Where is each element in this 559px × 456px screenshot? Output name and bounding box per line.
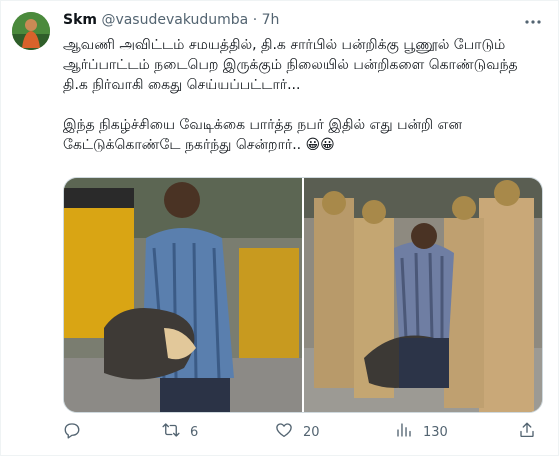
tweet-actions: 6 20 130 bbox=[63, 421, 543, 445]
share-button[interactable] bbox=[518, 421, 536, 443]
retweet-icon bbox=[162, 421, 180, 443]
share-icon bbox=[518, 421, 536, 443]
separator: · bbox=[252, 12, 258, 28]
more-icon[interactable] bbox=[524, 13, 542, 35]
reply-icon bbox=[63, 421, 81, 443]
view-count: 130 bbox=[423, 424, 448, 440]
tweet-media[interactable] bbox=[63, 177, 543, 413]
retweet-button[interactable]: 6 bbox=[162, 421, 198, 443]
tweet-text: ஆவணி அவிட்டம் சமயத்தில், தி.க சார்பில் ப… bbox=[63, 37, 518, 153]
like-count: 20 bbox=[303, 424, 320, 440]
author-handle[interactable]: @vasudevakudumba bbox=[101, 12, 248, 28]
retweet-count: 6 bbox=[190, 424, 199, 440]
tweet-header: Skm @vasudevakudumba · 7h bbox=[63, 12, 279, 28]
tweet-time[interactable]: 7h bbox=[262, 12, 280, 28]
like-button[interactable]: 20 bbox=[275, 421, 320, 443]
views-icon bbox=[395, 421, 413, 443]
avatar[interactable] bbox=[12, 12, 50, 50]
reply-button[interactable] bbox=[63, 421, 91, 443]
views-button[interactable]: 130 bbox=[395, 421, 448, 443]
tweet-card[interactable]: Skm @vasudevakudumba · 7h ஆவணி அவிட்டம் … bbox=[0, 0, 559, 456]
author-name[interactable]: Skm bbox=[63, 12, 97, 28]
heart-icon bbox=[275, 421, 293, 443]
